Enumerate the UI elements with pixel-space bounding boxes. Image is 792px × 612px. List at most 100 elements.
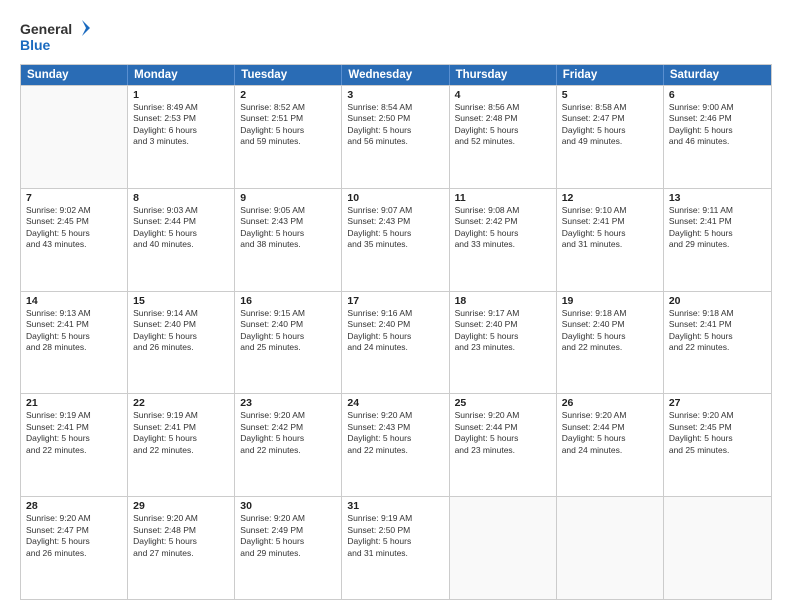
day-number: 6 [669, 89, 766, 101]
week-3: 14Sunrise: 9:13 AM Sunset: 2:41 PM Dayli… [21, 291, 771, 394]
day-info: Sunrise: 9:08 AM Sunset: 2:42 PM Dayligh… [455, 205, 551, 251]
day-info: Sunrise: 9:11 AM Sunset: 2:41 PM Dayligh… [669, 205, 766, 251]
header-day-thursday: Thursday [450, 65, 557, 85]
table-row: 22Sunrise: 9:19 AM Sunset: 2:41 PM Dayli… [128, 394, 235, 496]
day-info: Sunrise: 9:03 AM Sunset: 2:44 PM Dayligh… [133, 205, 229, 251]
week-4: 21 Sunrise: 9:19 AM Sunset: 2:41 PM Dayli… [21, 393, 771, 496]
logo: General Blue [20, 18, 90, 56]
page: General Blue SundayMondayTuesdayWednesda… [0, 0, 792, 612]
day-number: 21 [26, 397, 122, 409]
day-info: Sunrise: 9:19 AM Sunset: 2:50 PM Dayligh… [347, 513, 443, 559]
day-number: 2 [240, 89, 336, 101]
day-info: Sunrise: 9:13 AM Sunset: 2:41 PM Dayligh… [26, 308, 122, 354]
day-number: 11 [455, 192, 551, 204]
day-number: 15 [133, 295, 229, 307]
day-info: Sunrise: 9:00 AM Sunset: 2:46 PM Dayligh… [669, 102, 766, 148]
table-row: 7Sunrise: 9:02 AM Sunset: 2:45 PM Daylig… [21, 189, 128, 291]
table-row: 31Sunrise: 9:19 AM Sunset: 2:50 PM Dayli… [342, 497, 449, 599]
day-info: Sunrise: 8:54 AM Sunset: 2:50 PM Dayligh… [347, 102, 443, 148]
day-info: Sunrise: 8:56 AM Sunset: 2:48 PM Dayligh… [455, 102, 551, 148]
table-row: 9Sunrise: 9:05 AM Sunset: 2:43 PM Daylig… [235, 189, 342, 291]
day-number: 30 [240, 500, 336, 512]
day-number: 25 [455, 397, 551, 409]
table-row: 4Sunrise: 8:56 AM Sunset: 2:48 PM Daylig… [450, 86, 557, 188]
day-number: 9 [240, 192, 336, 204]
day-info: Sunrise: 9:07 AM Sunset: 2:43 PM Dayligh… [347, 205, 443, 251]
day-info: Sunrise: 9:05 AM Sunset: 2:43 PM Dayligh… [240, 205, 336, 251]
day-info: Sunrise: 9:20 AM Sunset: 2:48 PM Dayligh… [133, 513, 229, 559]
day-number: 18 [455, 295, 551, 307]
table-row [557, 497, 664, 599]
day-info: Sunrise: 9:16 AM Sunset: 2:40 PM Dayligh… [347, 308, 443, 354]
svg-text:General: General [20, 21, 72, 37]
day-info: Sunrise: 9:20 AM Sunset: 2:44 PM Dayligh… [455, 410, 551, 456]
table-row: 17Sunrise: 9:16 AM Sunset: 2:40 PM Dayli… [342, 292, 449, 394]
header-day-sunday: Sunday [21, 65, 128, 85]
day-number: 20 [669, 295, 766, 307]
table-row: 1Sunrise: 8:49 AM Sunset: 2:53 PM Daylig… [128, 86, 235, 188]
day-number: 3 [347, 89, 443, 101]
day-info: Sunrise: 9:17 AM Sunset: 2:40 PM Dayligh… [455, 308, 551, 354]
header-day-monday: Monday [128, 65, 235, 85]
day-info: Sunrise: 9:20 AM Sunset: 2:44 PM Dayligh… [562, 410, 658, 456]
calendar-body: 1Sunrise: 8:49 AM Sunset: 2:53 PM Daylig… [21, 85, 771, 599]
day-number: 12 [562, 192, 658, 204]
day-info: Sunrise: 9:20 AM Sunset: 2:49 PM Dayligh… [240, 513, 336, 559]
table-row: 6Sunrise: 9:00 AM Sunset: 2:46 PM Daylig… [664, 86, 771, 188]
day-info: Sunrise: 9:20 AM Sunset: 2:42 PM Dayligh… [240, 410, 336, 456]
header-day-wednesday: Wednesday [342, 65, 449, 85]
table-row: 12Sunrise: 9:10 AM Sunset: 2:41 PM Dayli… [557, 189, 664, 291]
table-row: 28Sunrise: 9:20 AM Sunset: 2:47 PM Dayli… [21, 497, 128, 599]
day-number: 28 [26, 500, 122, 512]
table-row: 2Sunrise: 8:52 AM Sunset: 2:51 PM Daylig… [235, 86, 342, 188]
day-info: Sunrise: 9:18 AM Sunset: 2:41 PM Dayligh… [669, 308, 766, 354]
day-info: Sunrise: 8:52 AM Sunset: 2:51 PM Dayligh… [240, 102, 336, 148]
table-row: 23Sunrise: 9:20 AM Sunset: 2:42 PM Dayli… [235, 394, 342, 496]
day-number: 26 [562, 397, 658, 409]
day-number: 17 [347, 295, 443, 307]
day-info: Sunrise: 9:14 AM Sunset: 2:40 PM Dayligh… [133, 308, 229, 354]
table-row [664, 497, 771, 599]
table-row: 3Sunrise: 8:54 AM Sunset: 2:50 PM Daylig… [342, 86, 449, 188]
day-number: 7 [26, 192, 122, 204]
day-number: 1 [133, 89, 229, 101]
day-info: Sunrise: 9:19 AM Sunset: 2:41 PM Dayligh… [133, 410, 229, 456]
table-row: 27Sunrise: 9:20 AM Sunset: 2:45 PM Dayli… [664, 394, 771, 496]
day-number: 23 [240, 397, 336, 409]
calendar-header-row: SundayMondayTuesdayWednesdayThursdayFrid… [21, 65, 771, 85]
day-info: Sunrise: 9:10 AM Sunset: 2:41 PM Dayligh… [562, 205, 658, 251]
table-row: 29Sunrise: 9:20 AM Sunset: 2:48 PM Dayli… [128, 497, 235, 599]
svg-text:Blue: Blue [20, 37, 51, 53]
day-number: 8 [133, 192, 229, 204]
table-row: 30Sunrise: 9:20 AM Sunset: 2:49 PM Dayli… [235, 497, 342, 599]
table-row: 26Sunrise: 9:20 AM Sunset: 2:44 PM Dayli… [557, 394, 664, 496]
day-number: 14 [26, 295, 122, 307]
table-row: 24Sunrise: 9:20 AM Sunset: 2:43 PM Dayli… [342, 394, 449, 496]
week-2: 7Sunrise: 9:02 AM Sunset: 2:45 PM Daylig… [21, 188, 771, 291]
header-day-saturday: Saturday [664, 65, 771, 85]
day-number: 19 [562, 295, 658, 307]
table-row: 16Sunrise: 9:15 AM Sunset: 2:40 PM Dayli… [235, 292, 342, 394]
day-number: 22 [133, 397, 229, 409]
table-row [450, 497, 557, 599]
day-info: Sunrise: 9:20 AM Sunset: 2:45 PM Dayligh… [669, 410, 766, 456]
header-day-tuesday: Tuesday [235, 65, 342, 85]
table-row: 20Sunrise: 9:18 AM Sunset: 2:41 PM Dayli… [664, 292, 771, 394]
day-number: 10 [347, 192, 443, 204]
day-number: 29 [133, 500, 229, 512]
table-row: 14Sunrise: 9:13 AM Sunset: 2:41 PM Dayli… [21, 292, 128, 394]
day-number: 4 [455, 89, 551, 101]
day-info: Sunrise: 9:18 AM Sunset: 2:40 PM Dayligh… [562, 308, 658, 354]
day-info: Sunrise: 8:49 AM Sunset: 2:53 PM Dayligh… [133, 102, 229, 148]
day-number: 27 [669, 397, 766, 409]
day-info: Sunrise: 9:20 AM Sunset: 2:47 PM Dayligh… [26, 513, 122, 559]
header-day-friday: Friday [557, 65, 664, 85]
table-row: 18Sunrise: 9:17 AM Sunset: 2:40 PM Dayli… [450, 292, 557, 394]
week-5: 28Sunrise: 9:20 AM Sunset: 2:47 PM Dayli… [21, 496, 771, 599]
day-info: Sunrise: 9:15 AM Sunset: 2:40 PM Dayligh… [240, 308, 336, 354]
week-1: 1Sunrise: 8:49 AM Sunset: 2:53 PM Daylig… [21, 85, 771, 188]
day-number: 5 [562, 89, 658, 101]
table-row: 10Sunrise: 9:07 AM Sunset: 2:43 PM Dayli… [342, 189, 449, 291]
table-row: 5Sunrise: 8:58 AM Sunset: 2:47 PM Daylig… [557, 86, 664, 188]
header: General Blue [20, 18, 772, 56]
